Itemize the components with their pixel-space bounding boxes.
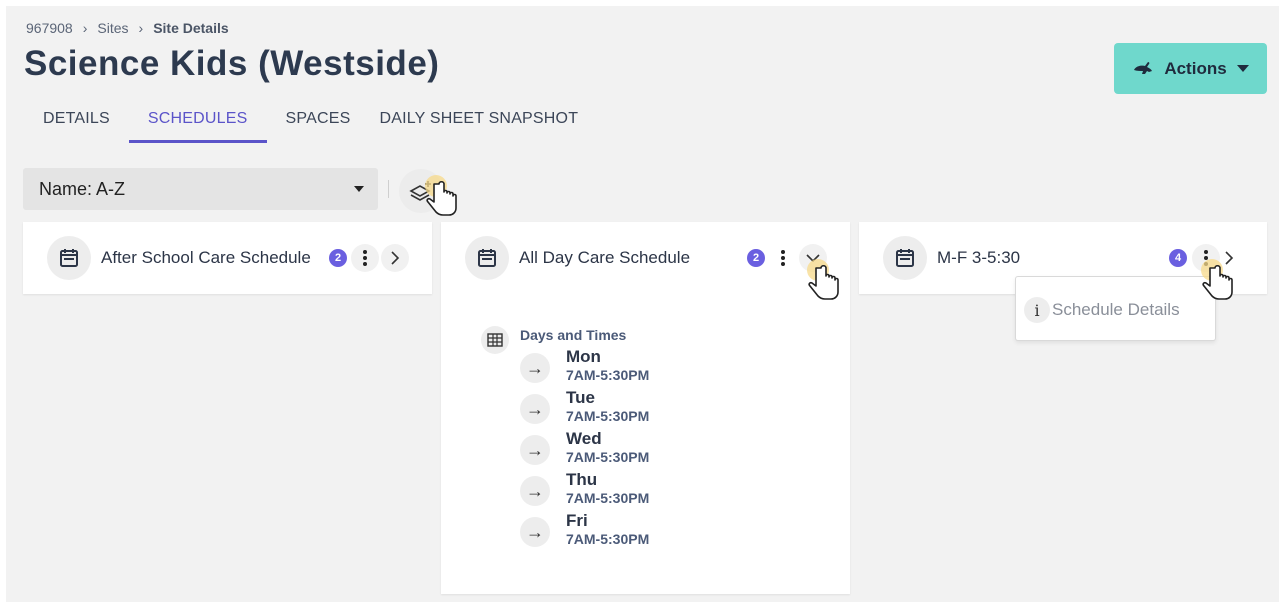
day-time: 7AM-5:30PM — [566, 408, 650, 424]
arrow-right-icon: → — [520, 476, 550, 506]
breadcrumb: 967908 › Sites › Site Details — [26, 20, 229, 36]
schedule-count-badge: 4 — [1169, 249, 1187, 267]
hand-cursor-icon — [1201, 259, 1233, 300]
day-name: Mon — [566, 347, 601, 366]
caret-down-icon — [1236, 64, 1249, 72]
schedule-details-menu-item[interactable]: Schedule Details — [1052, 300, 1180, 320]
arrow-right-icon: → — [520, 435, 550, 465]
breadcrumb-sites[interactable]: Sites — [97, 20, 128, 36]
sort-label: Name: A-Z — [39, 178, 126, 199]
day-name: Thu — [566, 470, 598, 489]
breadcrumb-current: Site Details — [153, 20, 229, 36]
actions-button[interactable]: Actions — [1114, 43, 1267, 94]
info-icon: i — [1024, 297, 1050, 323]
arrow-right-icon: → — [520, 394, 550, 424]
schedule-name[interactable]: After School Care Schedule — [101, 248, 311, 268]
schedule-card: After School Care Schedule 2 — [23, 222, 432, 294]
chevron-right-icon: › — [138, 20, 144, 36]
chevron-right-icon: › — [82, 20, 88, 36]
day-time: 7AM-5:30PM — [566, 449, 650, 465]
caret-down-icon — [354, 185, 364, 192]
page-background: 967908 › Sites › Site Details Science Ki… — [6, 6, 1279, 602]
expand-button[interactable] — [381, 244, 409, 272]
tab-spaces[interactable]: SPACES — [267, 106, 370, 143]
breadcrumb-root[interactable]: 967908 — [26, 20, 73, 36]
more-vertical-icon — [363, 250, 367, 266]
schedule-count-badge: 2 — [747, 249, 765, 267]
more-vertical-icon — [781, 250, 785, 266]
arrow-right-icon: → — [520, 353, 550, 383]
day-name: Wed — [566, 429, 602, 448]
page-title: Science Kids (Westside) — [24, 44, 440, 83]
day-time: 7AM-5:30PM — [566, 367, 650, 383]
actions-label: Actions — [1164, 58, 1227, 78]
calendar-icon — [883, 236, 927, 280]
sort-select[interactable]: Name: A-Z — [23, 168, 378, 210]
tab-bar: DETAILS SCHEDULES SPACES DAILY SHEET SNA… — [24, 106, 597, 143]
tab-details[interactable]: DETAILS — [24, 106, 129, 143]
context-menu: i Schedule Details — [1015, 276, 1216, 341]
calendar-icon — [465, 236, 509, 280]
schedule-name[interactable]: M-F 3-5:30 — [937, 248, 1020, 268]
schedule-count-badge: 2 — [329, 249, 347, 267]
rabbit-icon — [1134, 61, 1153, 74]
hand-cursor-icon — [425, 175, 457, 216]
divider — [388, 180, 389, 198]
more-options-button[interactable] — [351, 244, 379, 272]
schedule-name[interactable]: All Day Care Schedule — [519, 248, 690, 268]
schedule-card-expanded: All Day Care Schedule 2 Days and Times →… — [441, 222, 850, 594]
day-name: Fri — [566, 511, 588, 530]
hand-cursor-icon — [807, 259, 839, 300]
days-and-times-title: Days and Times — [520, 327, 627, 343]
day-name: Tue — [566, 388, 595, 407]
chevron-right-icon — [391, 251, 400, 265]
calendar-icon — [47, 236, 91, 280]
more-options-button[interactable] — [769, 244, 797, 272]
tab-schedules[interactable]: SCHEDULES — [128, 106, 267, 143]
day-time: 7AM-5:30PM — [566, 490, 650, 506]
arrow-right-icon: → — [520, 517, 550, 547]
table-grid-icon — [481, 326, 509, 354]
tab-daily-sheet-snapshot[interactable]: DAILY SHEET SNAPSHOT — [369, 106, 597, 143]
day-time: 7AM-5:30PM — [566, 531, 650, 547]
